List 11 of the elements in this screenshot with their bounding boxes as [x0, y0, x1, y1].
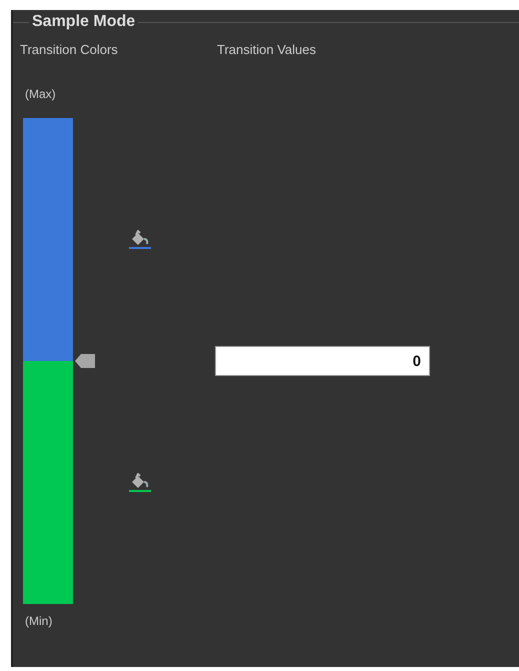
column-header: Transition Colors: [20, 42, 119, 57]
color-band[interactable]: [23, 361, 73, 604]
paint-bucket-icon[interactable]: [129, 230, 151, 250]
paint-bucket-icon[interactable]: [129, 472, 151, 492]
value-field[interactable]: 0: [215, 346, 430, 376]
group-title: Sample Mode: [29, 12, 138, 32]
min-label: (Min): [25, 614, 52, 628]
slider-handle[interactable]: [75, 354, 95, 368]
column-header: Transition Values: [217, 42, 316, 57]
max-label: (Max): [25, 87, 56, 101]
color-band[interactable]: [23, 118, 73, 361]
